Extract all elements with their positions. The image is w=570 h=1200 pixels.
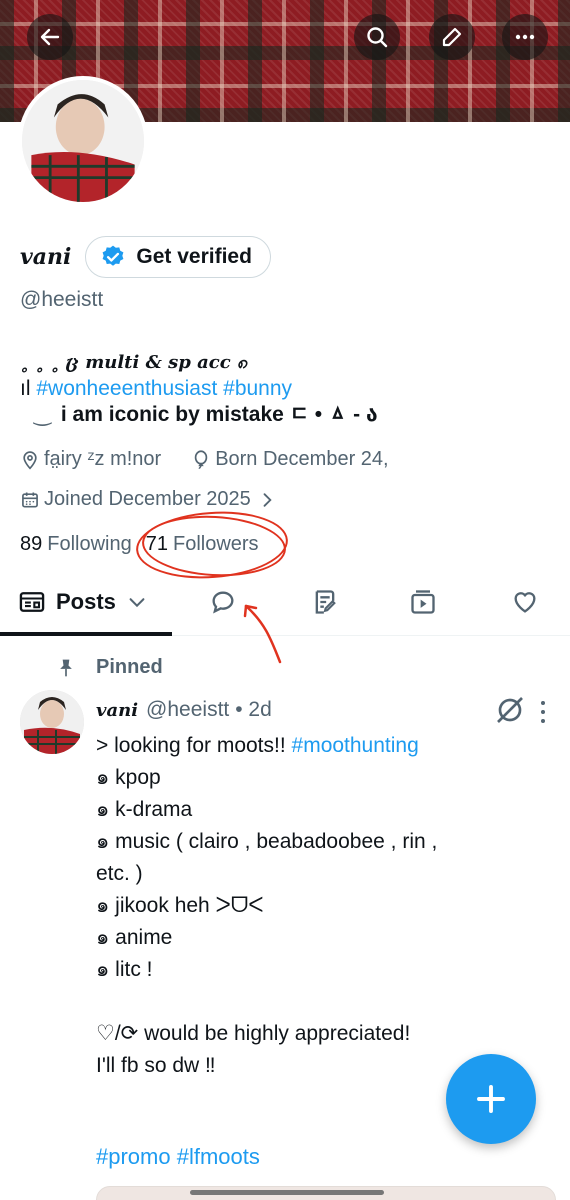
active-tab-indicator (0, 632, 172, 636)
balloon-icon (194, 449, 208, 469)
pin-icon (60, 659, 72, 676)
article-icon (315, 590, 336, 614)
following-label: Following (47, 533, 132, 555)
display-name: vani (20, 244, 72, 270)
home-indicator (190, 1190, 384, 1195)
profile-meta-1: fa̤iry ᶻz m!nor Born December 24, (20, 448, 389, 471)
location-pin-icon (23, 450, 37, 470)
following-link[interactable]: 89 Following (20, 533, 132, 556)
calendar-icon (22, 492, 38, 507)
profile-location: fa̤iry ᶻz m!nor (44, 448, 162, 470)
bio-line-2-prefix: ıl (20, 377, 37, 400)
pencil-icon (442, 27, 462, 47)
chevron-right-icon (263, 492, 272, 507)
chevron-down-icon (129, 598, 145, 608)
tab-posts[interactable]: Posts (18, 572, 148, 632)
get-verified-label: Get verified (136, 245, 252, 268)
edit-button[interactable] (429, 14, 475, 60)
more-button[interactable] (502, 14, 548, 60)
pinned-indicator: Pinned (56, 656, 163, 679)
following-count: 89 (20, 533, 43, 555)
post-hashtag[interactable]: #moothunting (292, 734, 419, 757)
arrow-left-icon (40, 28, 60, 46)
more-horizontal-icon (515, 34, 535, 40)
annotation-arrow (243, 604, 282, 664)
media-icon (411, 590, 435, 614)
avatar-image (22, 80, 144, 202)
post-author-name[interactable]: vani (96, 700, 138, 721)
post-avatar-image (20, 690, 84, 754)
tab-likes[interactable] (508, 572, 542, 632)
post-author-handle[interactable]: @heeistt (146, 698, 229, 722)
post-hashtags[interactable]: #promo #lfmoots (96, 1144, 260, 1170)
plus-icon (477, 1085, 505, 1113)
post-header: vani @heeistt • 2d (96, 698, 272, 722)
search-button[interactable] (354, 14, 400, 60)
tab-media[interactable] (406, 572, 440, 632)
get-verified-button[interactable]: Get verified (85, 236, 271, 278)
tab-posts-label: Posts (56, 589, 116, 614)
search-icon (367, 27, 388, 48)
profile-joined: Joined December 2025 (44, 488, 251, 510)
post-body: ๑ kpop ๑ k-drama ๑ music ( clairo , beab… (96, 766, 438, 1077)
bio-line-3-text: i am iconic by mistake ㄷ • ㅿ - ა (60, 403, 378, 426)
back-button[interactable] (27, 14, 73, 60)
post-text-prefix: > looking for moots!! (96, 734, 292, 757)
profile-avatar[interactable] (18, 76, 148, 206)
profile-birthday: Born December 24, (215, 448, 389, 470)
profile-meta-2[interactable]: Joined December 2025 (20, 488, 281, 511)
post-time: • 2d (235, 698, 272, 721)
tab-articles[interactable] (308, 572, 342, 632)
post-author-avatar[interactable] (20, 690, 84, 754)
post-text: > looking for moots!! #moothunting ๑ kpo… (96, 730, 536, 1082)
post-more-icon[interactable] (534, 698, 552, 726)
compose-button[interactable] (446, 1054, 536, 1144)
list-icon (19, 592, 45, 612)
verified-badge-icon (102, 245, 124, 266)
bio-line-2: ıl #wonheeenthusiast #bunny (20, 376, 378, 402)
profile-handle: @heeistt (20, 288, 104, 311)
bio-hashtags[interactable]: #wonheeenthusiast #bunny (36, 377, 292, 400)
bio-line-1: ˳ ˳ ˳ ც multi & sp acc ၈ (20, 352, 248, 373)
pinned-label: Pinned (96, 656, 163, 678)
like-icon (514, 592, 536, 613)
bio-line-3-prefix: ‿ (34, 403, 51, 426)
bio-line-3: ‿ i am iconic by mistake ㄷ • ㅿ - ა (20, 402, 378, 428)
grok-icon[interactable] (494, 694, 526, 726)
profile-bio: ˳ ˳ ˳ ც multi & sp acc ၈ ıl #wonheeenthu… (20, 350, 378, 428)
